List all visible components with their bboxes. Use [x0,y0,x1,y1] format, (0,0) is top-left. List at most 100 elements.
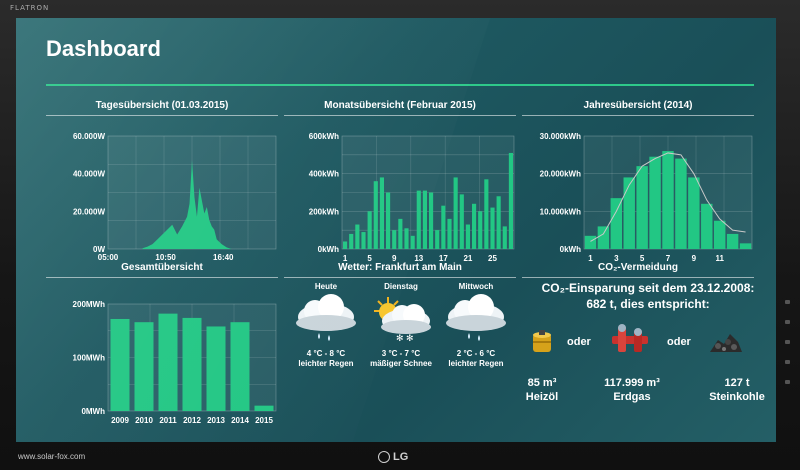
x-tick-label: 7 [666,254,671,263]
x-tick-label: 2011 [159,416,177,425]
bar [182,317,202,411]
x-tick-label: 21 [463,254,472,263]
svg-text:✻ ✻: ✻ ✻ [396,333,414,343]
x-tick-label: 11 [715,254,724,263]
y-tick-label: 40.000W [73,170,105,179]
x-tick-label: 05:00 [98,253,119,262]
bar [422,190,427,249]
x-tick-label: 3 [614,254,619,263]
footer-url: www.solar-fox.com [18,452,86,461]
bar [361,232,366,249]
weather-temp: 4 °C - 8 °C [306,349,346,358]
bar [496,196,501,249]
total-title-rule [46,277,278,278]
weather-desc: leichter Regen [448,359,504,368]
co2-headline: CO₂-Einsparung seit dem 23.12.2008: 682 … [538,280,758,312]
weather-day-name: Heute [314,282,338,291]
y-tick-label: 200MWh [73,300,106,309]
bar [367,211,372,249]
x-tick-label: 9 [692,254,697,263]
co2-title: CO₂-Vermeidung [597,262,678,273]
co2-item-gas: 117.999 m³ Erdgas [590,376,674,404]
co2-label: Steinkohle [709,391,765,403]
y-tick-label: 0MWh [81,407,105,416]
monitor-button[interactable] [785,340,790,344]
co2-headline-line1: CO₂-Einsparung seit dem 23.12.2008: [541,281,755,295]
bar [379,177,384,249]
total-bar-chart: 0MWh 100MWh 200MWh 2009 2010 2011 2012 2013 2014… [73,300,277,425]
x-tick-label: 1 [343,254,348,263]
bar [610,198,623,249]
bar [386,192,391,249]
x-tick-label: 25 [488,254,497,263]
y-tick-label: 0kWh [318,245,339,254]
yearly-title-rule [522,115,754,116]
bar [349,233,354,249]
dashboard-screen: Dashboard Tagesübersicht (01.03.2015) Mo… [16,18,776,442]
x-tick-label: 2010 [135,416,153,425]
daily-chart-title: Tagesübersicht (01.03.2015) [95,100,229,111]
total-chart-title: Gesamtübersicht [121,262,203,273]
bar [134,322,154,411]
monitor-button[interactable] [785,320,790,324]
x-tick-label: 5 [640,254,645,263]
bar [230,322,250,411]
or-label: oder [667,336,691,348]
bar [435,230,440,249]
co2-title-rule [522,277,754,278]
bar [447,218,452,249]
x-tick-label: 10:50 [155,253,176,262]
y-tick-label: 10.000kWh [540,207,581,216]
bar [636,166,648,249]
co2-value: 85 m³ [527,377,557,389]
bar [484,179,489,249]
x-tick-label: 2012 [183,416,201,425]
y-tick-label: 100MWh [73,354,106,363]
monitor-button[interactable] [785,300,790,304]
bar [398,218,403,249]
title-divider [46,84,754,86]
bar [662,151,674,249]
gas-pipe-icon [612,324,648,352]
monitor-bezel: FLATRON Dashboard Tagesübersicht (01.03.… [0,0,800,470]
co2-label: Heizöl [525,391,559,403]
bar [355,224,360,249]
y-tick-label: 400kWh [309,170,339,179]
monthly-title-rule [284,115,516,116]
weather-desc: mäßiger Schnee [370,359,432,368]
x-tick-label: 1 [588,254,593,263]
bar [404,228,409,249]
bar [453,177,458,249]
bar [623,177,635,249]
co2-item-oil: 85 m³ Heizöl [512,376,572,404]
x-tick-label: 2015 [255,416,273,425]
lg-circle-icon [378,451,390,463]
monitor-button[interactable] [785,360,790,364]
oil-barrel-icon [533,330,551,352]
co2-value: 127 t [724,377,750,389]
y-tick-label: 200kWh [309,207,339,216]
bar [459,194,464,249]
bar [206,326,226,411]
lg-logo: LG [378,451,408,463]
x-tick-label: 2013 [207,416,225,425]
y-tick-label: 60.000W [73,132,105,141]
bar [478,211,483,249]
bar [739,243,752,249]
bar [110,318,130,411]
rain-cloud-icon [446,294,506,341]
or-label: oder [567,336,591,348]
x-tick-label: 2009 [111,416,129,425]
monitor-brand: FLATRON [10,4,50,12]
bar [416,190,421,249]
lg-logo-text: LG [393,451,409,463]
monitor-button[interactable] [785,380,790,384]
coal-pile-icon [710,334,742,352]
bar [392,230,397,249]
bar [254,405,274,411]
y-tick-label: 20.000kWh [540,170,581,179]
monthly-bar-chart: 0kWh 200kWh 400kWh 600kWh 1 5 9 13 17 21 25 [309,132,515,263]
co2-label: Erdgas [613,391,651,403]
bar [675,158,687,249]
yearly-chart-title: Jahresübersicht (2014) [583,100,693,111]
